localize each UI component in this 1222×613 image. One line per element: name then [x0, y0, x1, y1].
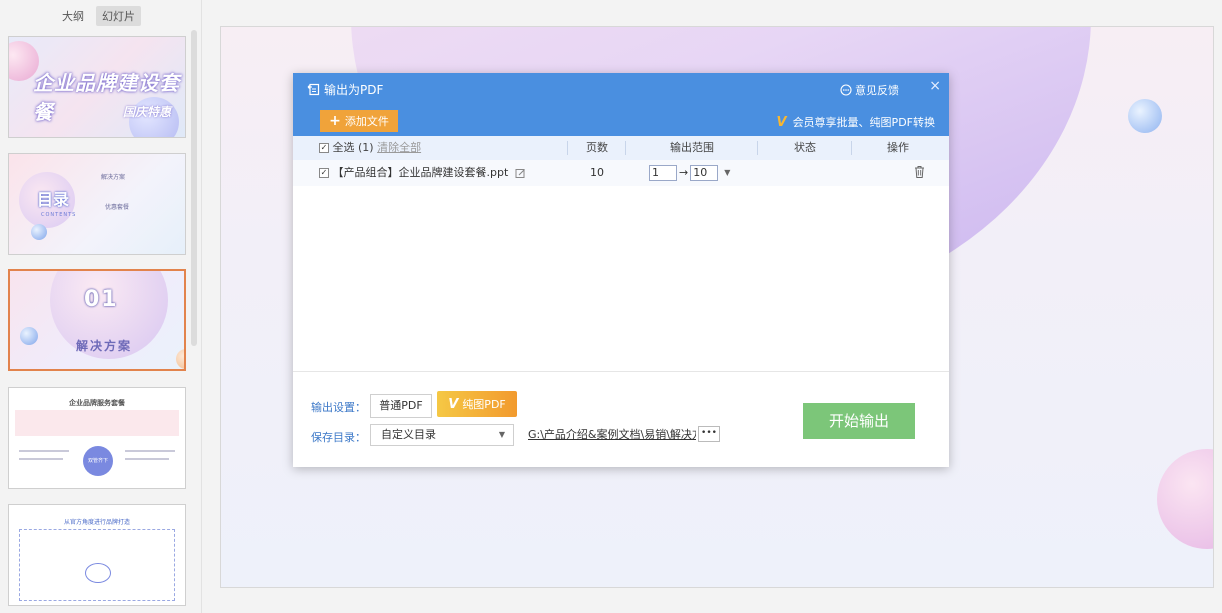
member-note[interactable]: V 会员尊享批量、纯图PDF转换 [777, 114, 936, 130]
status-cell [759, 160, 851, 186]
plus-icon: + [329, 113, 341, 129]
chevron-down-icon: ▼ [498, 430, 505, 439]
slide-agenda-item: 优惠套餐 [105, 204, 130, 211]
export-pdf-dialog: 输出为PDF 意见反馈 × + 添加文件 V 会员尊享批量、纯图PDF转换 ✓ … [293, 73, 949, 467]
normal-pdf-button[interactable]: 普通PDF [370, 394, 432, 418]
slide-thumbnail-4[interactable]: 企业品牌服务套餐 双管齐下 [8, 387, 186, 489]
pure-pdf-button[interactable]: V 纯图PDF [437, 391, 517, 417]
file-table-header: ✓ 全选 (1) 清除全部 页数 输出范围 状态 操作 [293, 136, 949, 160]
export-pdf-icon [307, 83, 320, 96]
slide-thumbnail-1[interactable]: 企业品牌建设套餐 国庆特惠 [8, 36, 186, 138]
edit-icon[interactable] [515, 168, 526, 179]
slide-center-circle: 双管齐下 [83, 446, 113, 476]
column-divider [625, 141, 626, 155]
slide-section-number: 01 [84, 287, 119, 312]
decor-bubble [20, 327, 38, 345]
tab-slides[interactable]: 幻灯片 [96, 6, 141, 26]
dialog-header: 输出为PDF 意见反馈 × + 添加文件 V 会员尊享批量、纯图PDF转换 [293, 73, 949, 136]
slide-heading: 企业品牌服务套餐 [69, 399, 125, 407]
add-file-label: 添加文件 [344, 115, 389, 128]
select-all-checkbox[interactable]: ✓ [319, 143, 329, 153]
select-all-cell: ✓ 全选 (1) 清除全部 [319, 136, 421, 160]
feedback-label: 意见反馈 [855, 84, 899, 97]
column-divider [567, 141, 568, 155]
slide-text-line [125, 450, 175, 452]
page-count: 10 [590, 166, 604, 179]
select-all-label: 全选 (1) [332, 141, 374, 154]
decor-pink-ball [1157, 449, 1213, 549]
slide-subtitle: 国庆特惠 [122, 105, 171, 119]
slide-thumbnail-3[interactable]: 01 解决方案 [8, 269, 186, 371]
col-pages: 页数 [586, 141, 608, 154]
vip-v-icon: V [448, 396, 459, 412]
dialog-title: 输出为PDF [324, 83, 384, 97]
feedback-link[interactable]: 意见反馈 [840, 82, 899, 98]
row-checkbox[interactable]: ✓ [319, 168, 329, 178]
save-dir-select[interactable]: 自定义目录 ▼ [370, 424, 514, 446]
slide-agenda-item: 解决方案 [101, 174, 126, 181]
tab-outline[interactable]: 大纲 [56, 6, 90, 26]
slide-panel: 大纲 幻灯片 企业品牌建设套餐 国庆特惠 目录 CONTENTS 解决方案 优惠… [0, 0, 202, 613]
slide-title: 目录 [37, 190, 70, 209]
decor-blue-ball [1128, 99, 1162, 133]
col-action: 操作 [887, 141, 909, 154]
slide-center-oval [85, 563, 111, 583]
decor-bubble [176, 349, 184, 369]
range-dropdown-icon[interactable]: ▼ [724, 168, 730, 177]
dialog-title-wrap: 输出为PDF [307, 81, 383, 98]
col-status: 状态 [794, 141, 816, 154]
file-name: 【产品组合】企业品牌建设套餐.ppt [332, 166, 509, 179]
pure-pdf-label: 纯图PDF [462, 398, 506, 411]
range-to-input[interactable]: 10 [690, 165, 719, 181]
save-dir-value: 自定义目录 [381, 428, 436, 441]
slide-text-line [19, 458, 63, 460]
slide-text-line [19, 450, 69, 452]
delete-icon[interactable] [914, 165, 925, 179]
slide-section-caption: 解决方案 [76, 339, 133, 353]
column-divider [851, 141, 852, 155]
decor-bubble [31, 224, 47, 240]
view-tabs: 大纲 幻灯片 [56, 6, 141, 26]
output-settings-label: 输出设置： [311, 401, 366, 414]
slide-contents-label: CONTENTS [41, 212, 77, 218]
member-note-text: 会员尊享批量、纯图PDF转换 [792, 116, 935, 129]
file-name-cell: ✓ 【产品组合】企业品牌建设套餐.ppt [319, 160, 526, 186]
range-cell: 1 → 10 ▼ [649, 160, 730, 186]
slide-thumbnail-5[interactable]: 从官方角度进行品牌打造 [8, 504, 186, 606]
feedback-icon [840, 84, 852, 96]
add-file-button[interactable]: + 添加文件 [320, 110, 398, 132]
start-export-button[interactable]: 开始输出 [803, 403, 915, 439]
vip-v-icon: V [776, 114, 787, 130]
range-from-input[interactable]: 1 [649, 165, 677, 181]
column-divider [757, 141, 758, 155]
arrow-right-icon: → [679, 166, 689, 179]
slide-text-band [15, 410, 179, 436]
slide-heading: 从官方角度进行品牌打造 [63, 519, 130, 526]
save-path-link[interactable]: G:\产品介绍&案例文档\易销\解决方 [528, 426, 696, 442]
dialog-footer: 输出设置： 普通PDF V 纯图PDF 保存目录： 自定义目录 ▼ G:\产品介… [293, 371, 949, 467]
browse-button[interactable]: ••• [698, 426, 720, 442]
clear-all-link[interactable]: 清除全部 [377, 141, 421, 154]
slide-thumbnail-2[interactable]: 目录 CONTENTS 解决方案 优惠套餐 [8, 153, 186, 255]
close-icon[interactable]: × [929, 78, 941, 94]
slide-panel-scrollbar[interactable] [191, 30, 197, 346]
table-row[interactable]: ✓ 【产品组合】企业品牌建设套餐.ppt 10 1 → 10 ▼ [293, 160, 949, 186]
slide-text-line [125, 458, 169, 460]
col-range: 输出范围 [670, 141, 714, 154]
save-dir-label: 保存目录： [311, 431, 366, 444]
